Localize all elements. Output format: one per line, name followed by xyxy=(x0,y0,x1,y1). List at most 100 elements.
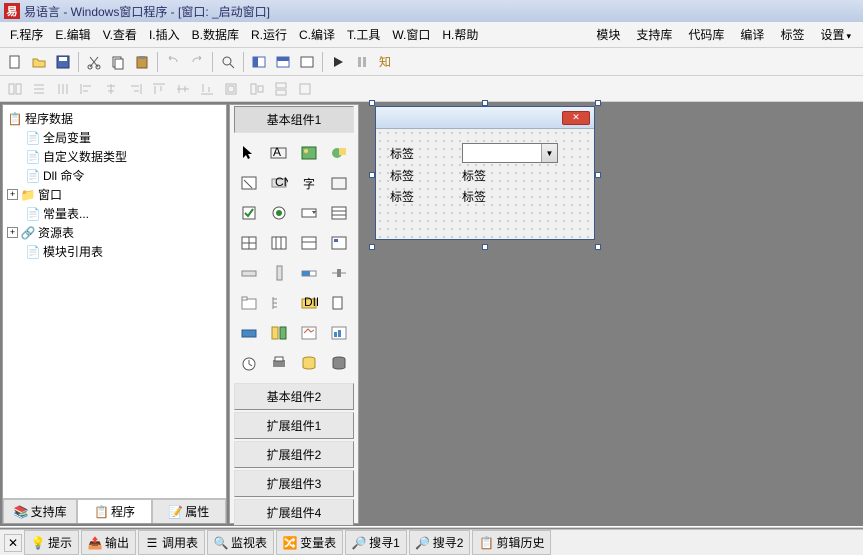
slider-tool-icon[interactable] xyxy=(326,260,352,286)
timer-tool-icon[interactable] xyxy=(236,350,262,376)
list-tool-icon[interactable] xyxy=(326,200,352,226)
find-icon[interactable] xyxy=(217,51,239,73)
frame-tool-icon[interactable] xyxy=(326,170,352,196)
pointer-tool-icon[interactable] xyxy=(236,140,262,166)
menu-translate[interactable]: 编译 xyxy=(732,24,772,45)
expand-icon[interactable]: + xyxy=(7,189,18,200)
menu-view[interactable]: V.查看 xyxy=(97,24,143,45)
grid2-tool-icon[interactable] xyxy=(266,230,292,256)
comp26-icon[interactable] xyxy=(266,320,292,346)
label-tool-icon[interactable]: A xyxy=(266,140,292,166)
pause-icon[interactable] xyxy=(351,51,373,73)
tree-item[interactable]: 📄模块引用表 xyxy=(5,242,224,261)
tab-tool-icon[interactable] xyxy=(236,290,262,316)
palette-tab-5[interactable]: 扩展组件3 xyxy=(234,470,354,497)
align9-icon[interactable] xyxy=(196,78,218,100)
form-label[interactable]: 标签 xyxy=(462,188,510,205)
button-tool-icon[interactable]: CN xyxy=(266,170,292,196)
form-titlebar[interactable]: ✕ xyxy=(376,107,594,129)
paste-icon[interactable] xyxy=(131,51,153,73)
size3-icon[interactable] xyxy=(294,78,316,100)
vscroll-tool-icon[interactable] xyxy=(266,260,292,286)
bottom-tab-vars[interactable]: 🔀变量表 xyxy=(276,530,343,555)
align1-icon[interactable] xyxy=(4,78,26,100)
size2-icon[interactable] xyxy=(270,78,292,100)
menu-insert[interactable]: I.插入 xyxy=(143,24,186,45)
design-form-window[interactable]: ✕ 标签 ▼ 标签 标签 标签 标签 xyxy=(375,106,595,240)
menu-tools[interactable]: T.工具 xyxy=(341,24,386,45)
redo-icon[interactable] xyxy=(186,51,208,73)
copy-icon[interactable] xyxy=(107,51,129,73)
radio-tool-icon[interactable] xyxy=(266,200,292,226)
align4-icon[interactable] xyxy=(76,78,98,100)
project-tree[interactable]: 📋 程序数据 📄全局变量 📄自定义数据类型 📄Dll 命令 +📁窗口 📄常量表.… xyxy=(3,105,226,498)
size1-icon[interactable] xyxy=(246,78,268,100)
menu-compile[interactable]: C.编译 xyxy=(293,24,341,45)
grid1-tool-icon[interactable] xyxy=(236,230,262,256)
file-tool-icon[interactable] xyxy=(326,290,352,316)
bottom-tab-calltable[interactable]: ☰调用表 xyxy=(138,530,205,555)
palette-tab-4[interactable]: 扩展组件2 xyxy=(234,441,354,468)
dir-tool-icon[interactable]: DIR xyxy=(296,290,322,316)
align6-icon[interactable] xyxy=(124,78,146,100)
align2-icon[interactable] xyxy=(28,78,50,100)
db2-tool-icon[interactable] xyxy=(326,350,352,376)
knowledge-icon[interactable]: 知 xyxy=(375,51,397,73)
palette-tab-2[interactable]: 基本组件2 xyxy=(234,383,354,410)
menu-help[interactable]: H.帮助 xyxy=(436,24,484,45)
layout3-icon[interactable] xyxy=(296,51,318,73)
menu-support-lib[interactable]: 支持库 xyxy=(628,24,680,45)
run-icon[interactable] xyxy=(327,51,349,73)
comp28-icon[interactable] xyxy=(326,320,352,346)
form-close-button[interactable]: ✕ xyxy=(562,111,590,125)
grid3-tool-icon[interactable] xyxy=(296,230,322,256)
combo-tool-icon[interactable] xyxy=(296,200,322,226)
menu-codelib[interactable]: 代码库 xyxy=(680,24,732,45)
undo-icon[interactable] xyxy=(162,51,184,73)
checkbox-tool-icon[interactable] xyxy=(236,200,262,226)
form-label[interactable]: 标签 xyxy=(390,167,438,184)
palette-main-tab[interactable]: 基本组件1 xyxy=(234,106,354,133)
edit-tool-icon[interactable] xyxy=(236,170,262,196)
tree-root[interactable]: 📋 程序数据 xyxy=(5,109,224,128)
bottom-tab-watch[interactable]: 🔍监视表 xyxy=(207,530,274,555)
tab-properties[interactable]: 📝属性 xyxy=(152,499,226,523)
layout2-icon[interactable] xyxy=(272,51,294,73)
tree-item[interactable]: 📄Dll 命令 xyxy=(5,166,224,185)
tree-item[interactable]: 📄常量表... xyxy=(5,204,224,223)
tree-item[interactable]: +🔗资源表 xyxy=(5,223,224,242)
form-combobox[interactable]: ▼ xyxy=(462,143,558,163)
menu-tags[interactable]: 标签 xyxy=(772,24,812,45)
chevron-down-icon[interactable]: ▼ xyxy=(541,144,557,162)
tree-item[interactable]: +📁窗口 xyxy=(5,185,224,204)
form-label[interactable]: 标签 xyxy=(390,188,438,205)
shape-tool-icon[interactable] xyxy=(326,140,352,166)
tree-item[interactable]: 📄全局变量 xyxy=(5,128,224,147)
bottom-tab-hint[interactable]: 💡提示 xyxy=(24,530,79,555)
tree-item[interactable]: 📄自定义数据类型 xyxy=(5,147,224,166)
save-icon[interactable] xyxy=(52,51,74,73)
print-tool-icon[interactable] xyxy=(266,350,292,376)
menu-edit[interactable]: E.编辑 xyxy=(49,24,96,45)
form-label[interactable]: 标签 xyxy=(462,167,510,184)
new-file-icon[interactable] xyxy=(4,51,26,73)
close-panel-button[interactable]: ✕ xyxy=(4,534,22,552)
comp25-icon[interactable] xyxy=(236,320,262,346)
progress-tool-icon[interactable] xyxy=(296,260,322,286)
align8-icon[interactable] xyxy=(172,78,194,100)
tab-program[interactable]: 📋程序 xyxy=(77,499,151,523)
hscroll-tool-icon[interactable] xyxy=(236,260,262,286)
layout1-icon[interactable] xyxy=(248,51,270,73)
db1-tool-icon[interactable] xyxy=(296,350,322,376)
expand-icon[interactable]: + xyxy=(7,227,18,238)
tree-tool-icon[interactable] xyxy=(266,290,292,316)
align5-icon[interactable] xyxy=(100,78,122,100)
grid4-tool-icon[interactable] xyxy=(326,230,352,256)
cut-icon[interactable] xyxy=(83,51,105,73)
tab-support-lib[interactable]: 📚支持库 xyxy=(3,499,77,523)
text-tool-icon[interactable]: 字 xyxy=(296,170,322,196)
palette-tab-6[interactable]: 扩展组件4 xyxy=(234,499,354,526)
menu-program[interactable]: F.程序 xyxy=(4,24,49,45)
menu-database[interactable]: B.数据库 xyxy=(186,24,245,45)
align3-icon[interactable] xyxy=(52,78,74,100)
